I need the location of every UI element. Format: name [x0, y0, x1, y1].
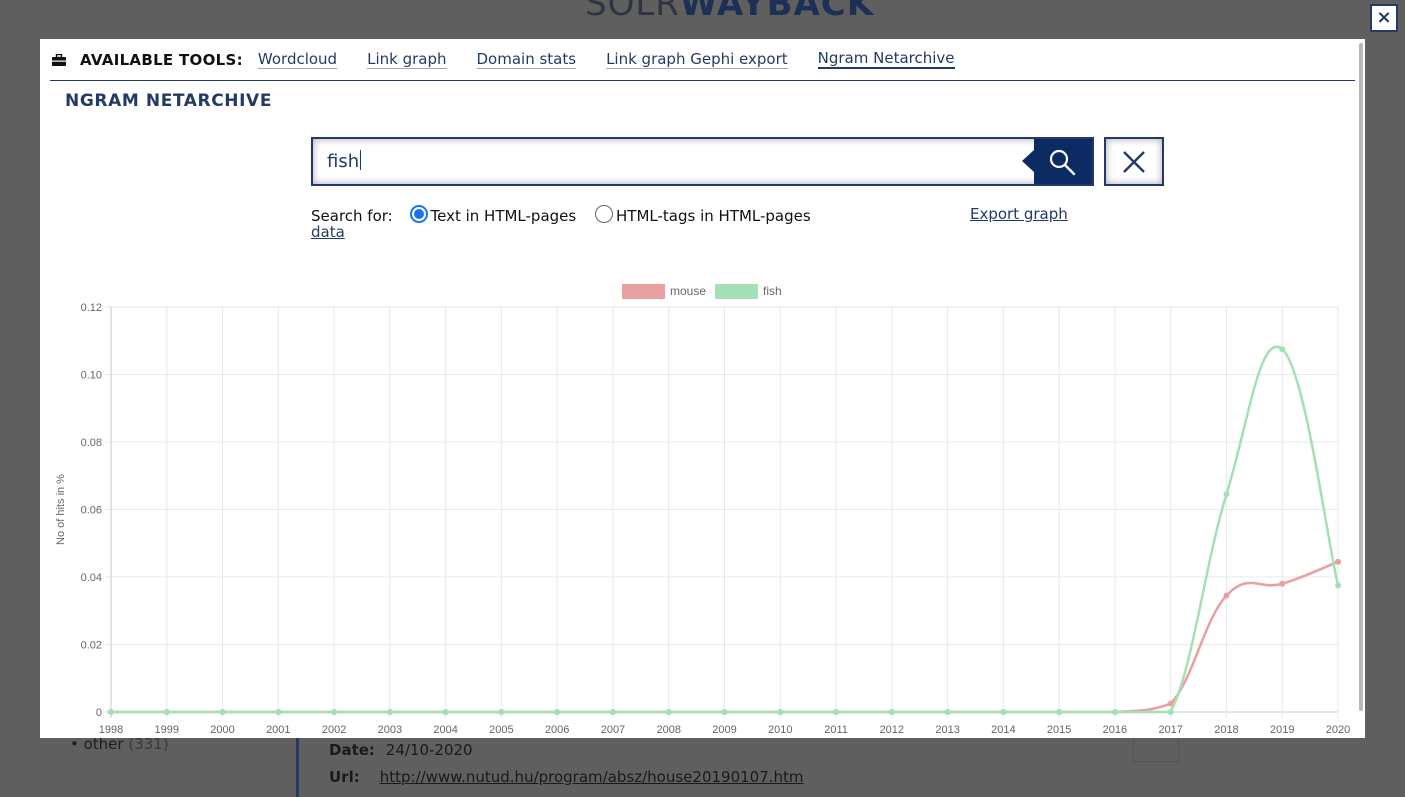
x-tick-label: 2003 [378, 724, 402, 736]
toolbar-label: AVAILABLE TOOLS: [80, 50, 243, 69]
x-tick-label: 2007 [601, 724, 625, 736]
x-tick-label: 2004 [433, 724, 457, 736]
data-point-mouse [1223, 592, 1230, 599]
y-axis-label: No of hits in % [55, 474, 67, 545]
x-tick-label: 2002 [322, 724, 346, 736]
x-tick-label: 2016 [1103, 724, 1127, 736]
x-tick-label: 2010 [768, 724, 792, 736]
export-graph-link[interactable]: Export graph [970, 205, 1068, 223]
data-point-fish [1279, 346, 1286, 353]
tools-modal: AVAILABLE TOOLS: Wordcloud Link graph Do… [40, 39, 1365, 738]
x-tick-label: 2006 [545, 724, 569, 736]
search-for-group: Search for: Text in HTML-pages HTML-tags… [311, 205, 811, 225]
ngram-search-field[interactable]: fish [311, 137, 1094, 186]
y-tick-label: 0.12 [81, 302, 102, 314]
data-point-fish [108, 709, 114, 715]
data-point-fish [721, 709, 728, 715]
x-tick-label: 2018 [1214, 724, 1238, 736]
data-point-fish [1167, 709, 1174, 715]
ngram-chart: 0 0.02 0.04 0.06 0.08 0.10 0.12 1998 1999 2000 200… [55, 284, 1350, 736]
data-point-fish [386, 709, 393, 715]
tool-ngram-netarchive[interactable]: Ngram Netarchive [817, 50, 955, 69]
toolbox-icon [52, 53, 66, 66]
search-icon [1049, 149, 1076, 176]
close-modal-button[interactable]: × [1370, 4, 1398, 32]
data-point-fish [888, 709, 895, 715]
tools-toolbar: AVAILABLE TOOLS: Wordcloud Link graph Do… [50, 39, 1355, 81]
tool-link-graph[interactable]: Link graph [367, 50, 447, 69]
y-tick-label: 0.06 [81, 505, 102, 517]
y-tick-label: 0.02 [81, 640, 102, 652]
x-tick-label: 2012 [880, 724, 904, 736]
data-point-fish [1000, 709, 1007, 715]
data-point-fish [219, 709, 226, 715]
x-tick-label: 2001 [266, 724, 290, 736]
close-icon [1123, 151, 1145, 173]
radio-text-in-html[interactable] [409, 205, 428, 223]
legend-label-fish: fish [763, 284, 782, 298]
x-tick-label: 2005 [489, 724, 513, 736]
y-tick-label: 0.10 [81, 370, 102, 382]
x-tick-label: 2014 [991, 724, 1015, 736]
data-point-fish [1056, 709, 1063, 715]
y-tick-label: 0.08 [81, 437, 102, 449]
data-point-fish [665, 709, 672, 715]
x-tick-label: 2017 [1158, 724, 1182, 736]
data-point-fish [777, 709, 784, 715]
x-tick-label: 1999 [155, 724, 179, 736]
result-url: Url: http://www.nutud.hu/program/absz/hou… [329, 768, 804, 786]
x-tick-label: 2009 [712, 724, 736, 736]
x-tick-label: 2019 [1270, 724, 1294, 736]
x-tick-label: 2015 [1047, 724, 1071, 736]
data-point-fish [331, 709, 338, 715]
x-tick-label: 1998 [99, 724, 123, 736]
legend-label-mouse: mouse [670, 284, 706, 298]
data-point-fish [275, 709, 282, 715]
data-point-fish [1223, 491, 1230, 498]
data-point-fish [498, 709, 505, 715]
y-tick-label: 0 [96, 707, 102, 719]
data-point-fish [944, 709, 951, 715]
x-tick-label: 2020 [1326, 724, 1350, 736]
export-graph-link-data[interactable]: data [311, 223, 345, 241]
radio-text-in-html-label[interactable]: Text in HTML-pages [431, 207, 577, 225]
y-tick-label: 0.04 [81, 572, 102, 584]
tool-wordcloud[interactable]: Wordcloud [257, 50, 338, 69]
x-tick-label: 2008 [656, 724, 680, 736]
data-point-fish [609, 709, 616, 715]
legend-swatch-mouse [622, 284, 665, 299]
data-point-fish [163, 709, 170, 715]
tool-domain-stats[interactable]: Domain stats [476, 50, 577, 69]
data-point-fish [833, 709, 840, 715]
data-point-mouse [1279, 580, 1286, 587]
search-button[interactable] [1022, 139, 1092, 184]
section-title: NGRAM NETARCHIVE [65, 91, 273, 111]
app-logo: SOLRWAYBACK [585, 0, 875, 24]
data-point-mouse [1335, 558, 1341, 565]
data-point-fish [1111, 709, 1118, 715]
result-date: Date: 24/10-2020 [329, 741, 473, 759]
tool-gephi-export[interactable]: Link graph Gephi export [606, 50, 788, 69]
data-point-fish [1335, 582, 1341, 589]
legend-swatch-fish [715, 284, 759, 299]
x-tick-label: 2011 [824, 724, 848, 736]
radio-html-tags-label[interactable]: HTML-tags in HTML-pages [616, 207, 811, 225]
result-side-box [1133, 737, 1179, 762]
search-input[interactable]: fish [327, 150, 362, 172]
data-point-fish [554, 709, 561, 715]
clear-search-button[interactable] [1104, 137, 1164, 186]
data-point-fish [442, 709, 449, 715]
radio-html-tags[interactable] [595, 205, 613, 223]
x-tick-label: 2000 [210, 724, 234, 736]
x-tick-label: 2013 [935, 724, 959, 736]
